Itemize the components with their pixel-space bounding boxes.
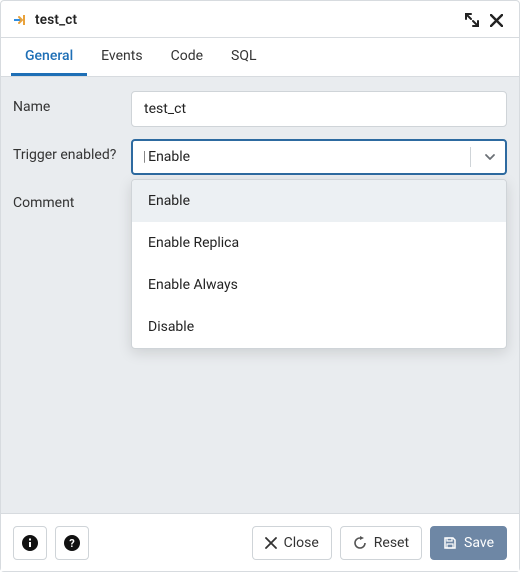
- tab-code[interactable]: Code: [157, 38, 217, 76]
- save-icon: [443, 536, 457, 550]
- save-button[interactable]: Save: [430, 526, 507, 560]
- tabs: General Events Code SQL: [1, 38, 519, 77]
- tab-sql[interactable]: SQL: [217, 38, 270, 76]
- tab-label: General: [25, 48, 73, 64]
- tab-label: Events: [101, 48, 142, 64]
- comment-label: Comment: [13, 187, 131, 213]
- titlebar: test_ct: [1, 1, 519, 38]
- form-panel: Name Trigger enabled? | Enable Enable En…: [1, 77, 519, 513]
- save-label: Save: [464, 535, 494, 551]
- reset-label: Reset: [374, 535, 409, 551]
- name-input[interactable]: [131, 91, 507, 127]
- option-label: Enable Replica: [148, 235, 239, 251]
- reset-icon: [353, 536, 367, 550]
- trigger-enabled-label: Trigger enabled?: [13, 139, 131, 165]
- x-icon: [265, 537, 277, 549]
- option-enable[interactable]: Enable: [132, 180, 506, 222]
- option-label: Enable Always: [148, 277, 238, 293]
- option-disable[interactable]: Disable: [132, 306, 506, 348]
- maximize-icon[interactable]: [461, 9, 483, 31]
- trigger-icon: [13, 12, 29, 28]
- tab-label: Code: [171, 48, 203, 64]
- chevron-down-icon[interactable]: [483, 150, 497, 164]
- option-enable-replica[interactable]: Enable Replica: [132, 222, 506, 264]
- select-value: Enable: [148, 149, 190, 165]
- reset-button[interactable]: Reset: [340, 526, 422, 560]
- help-button[interactable]: ?: [55, 526, 89, 560]
- trigger-enabled-dropdown: Enable Enable Replica Enable Always Disa…: [131, 179, 507, 349]
- trigger-enabled-select[interactable]: | Enable: [131, 139, 507, 175]
- name-label: Name: [13, 91, 131, 117]
- svg-text:?: ?: [69, 537, 75, 550]
- option-enable-always[interactable]: Enable Always: [132, 264, 506, 306]
- tab-events[interactable]: Events: [87, 38, 156, 76]
- option-label: Disable: [148, 319, 194, 335]
- tab-general[interactable]: General: [11, 38, 87, 76]
- close-button[interactable]: Close: [252, 526, 332, 560]
- close-icon[interactable]: [485, 9, 507, 31]
- footer: ? Close Reset Save: [1, 513, 519, 571]
- text-cursor: |: [143, 149, 146, 165]
- option-label: Enable: [148, 193, 190, 209]
- select-divider: [470, 147, 471, 167]
- close-label: Close: [284, 535, 319, 551]
- info-button[interactable]: [13, 526, 47, 560]
- window-title: test_ct: [35, 12, 77, 28]
- tab-label: SQL: [231, 48, 256, 64]
